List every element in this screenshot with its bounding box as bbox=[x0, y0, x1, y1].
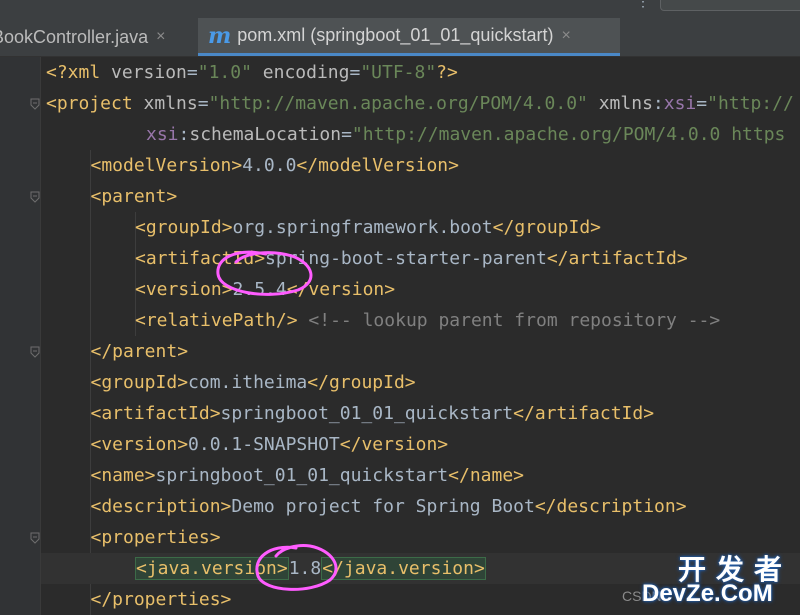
code-token: <name> bbox=[90, 465, 156, 486]
run-config-selector[interactable] bbox=[660, 0, 800, 11]
code-token: 2.5.4 bbox=[232, 279, 287, 300]
code-line[interactable]: </properties> bbox=[91, 584, 232, 615]
code-token: "http://maven.apache.org/POM/4.0.0 https bbox=[351, 124, 786, 145]
tab-pom-xml[interactable]: m pom.xml (springboot_01_01_quickstart) … bbox=[198, 18, 620, 56]
code-line[interactable]: <groupId>org.springframework.boot</group… bbox=[135, 212, 601, 243]
code-token: <artifactId> bbox=[135, 248, 266, 269]
more-icon[interactable]: ⋮ bbox=[636, 0, 651, 10]
code-token: spring-boot-starter-parent bbox=[265, 248, 547, 269]
code-token: <parent> bbox=[90, 186, 178, 207]
code-line[interactable]: <version>2.5.4</version> bbox=[135, 274, 395, 305]
code-token: 1.8 bbox=[288, 558, 322, 579]
code-line[interactable]: <properties> bbox=[91, 522, 221, 553]
code-token: </artifactId> bbox=[513, 403, 655, 424]
code-line[interactable]: xsi:schemaLocation="http://maven.apache.… bbox=[146, 119, 785, 150]
close-icon[interactable]: × bbox=[156, 28, 165, 46]
code-token: ?> bbox=[436, 62, 458, 83]
code-token: version bbox=[111, 62, 187, 83]
tab-label: pom.xml (springboot_01_01_quickstart) bbox=[237, 25, 554, 45]
code-token: xsi bbox=[663, 93, 697, 114]
code-token: com.itheima bbox=[188, 372, 308, 393]
code-token: <?xml bbox=[46, 62, 112, 83]
close-icon[interactable]: × bbox=[561, 27, 570, 45]
code-token: "1.0" bbox=[197, 62, 252, 83]
code-token: "http:// bbox=[707, 93, 794, 114]
code-token: </artifactId> bbox=[546, 248, 688, 269]
code-line[interactable]: <relativePath/> <!-- lookup parent from … bbox=[135, 305, 720, 336]
code-token: </groupId> bbox=[307, 372, 416, 393]
code-line[interactable]: <name>springboot_01_01_quickstart</name> bbox=[91, 460, 525, 491]
code-token: org.springframework.boot bbox=[232, 217, 493, 238]
code-token: 4.0.0 bbox=[242, 155, 297, 176]
code-token: xmlns bbox=[143, 93, 198, 114]
code-editor[interactable]: <?xml version="1.0" encoding="UTF-8"?> <p… bbox=[0, 57, 800, 615]
code-line[interactable]: <version>0.0.1-SNAPSHOT</version> bbox=[91, 429, 449, 460]
code-token: <properties> bbox=[90, 527, 221, 548]
code-line[interactable]: <artifactId>spring-boot-starter-parent</… bbox=[135, 243, 688, 274]
tab-bookcontroller[interactable]: BookController.java × bbox=[0, 18, 192, 56]
code-token: </groupId> bbox=[492, 217, 602, 238]
code-token: : bbox=[652, 93, 664, 114]
code-line[interactable]: <description>Demo project for Spring Boo… bbox=[91, 491, 687, 522]
code-token: </description> bbox=[534, 496, 687, 517]
code-line[interactable]: <artifactId>springboot_01_01_quickstart<… bbox=[91, 398, 655, 429]
code-token: </parent> bbox=[90, 341, 189, 362]
code-token: <!-- lookup parent from repository --> bbox=[308, 310, 721, 331]
code-token: <relativePath/> bbox=[135, 310, 298, 331]
code-token: springboot_01_01_quickstart bbox=[155, 465, 449, 486]
editor-tab-bar: BookController.java × m pom.xml (springb… bbox=[0, 18, 800, 57]
code-token: <java.version> bbox=[135, 557, 289, 580]
code-token: 0.0.1-SNAPSHOT bbox=[188, 434, 340, 455]
tab-label: BookController.java bbox=[0, 26, 149, 47]
code-token: <version> bbox=[90, 434, 189, 455]
code-token: <groupId> bbox=[90, 372, 189, 393]
watermark-en: DevZe.CoM bbox=[642, 580, 773, 607]
code-token: <modelVersion> bbox=[90, 155, 243, 176]
code-token: </modelVersion> bbox=[296, 155, 459, 176]
code-token: "UTF-8" bbox=[360, 62, 437, 83]
maven-m-icon: m bbox=[208, 22, 232, 49]
code-token: = bbox=[197, 93, 209, 114]
code-line[interactable]: <java.version>1.8</java.version> bbox=[135, 553, 486, 584]
code-line[interactable]: <modelVersion>4.0.0</modelVersion> bbox=[91, 150, 459, 181]
code-token: </properties> bbox=[90, 589, 232, 610]
code-token: <description> bbox=[90, 496, 232, 517]
code-token: schemaLocation bbox=[189, 124, 342, 145]
code-line[interactable]: <?xml version="1.0" encoding="UTF-8"?> bbox=[46, 57, 458, 88]
code-line[interactable]: <groupId>com.itheima</groupId> bbox=[91, 367, 416, 398]
code-token: = bbox=[349, 62, 361, 83]
code-token: <project bbox=[46, 93, 144, 114]
code-line[interactable]: <project xmlns="http://maven.apache.org/… bbox=[46, 88, 794, 119]
code-token: = bbox=[186, 62, 198, 83]
code-token: encoding bbox=[262, 62, 350, 83]
code-token: "http://maven.apache.org/POM/4.0.0" bbox=[208, 93, 588, 114]
title-strip: ⋮ bbox=[0, 0, 800, 18]
watermark: 开发者 CSDN DevZe.CoM bbox=[622, 550, 800, 615]
code-token: <groupId> bbox=[135, 217, 233, 238]
code-token: xsi bbox=[146, 124, 179, 145]
code-token: <version> bbox=[135, 279, 233, 300]
code-token: Demo project for Spring Boot bbox=[231, 496, 535, 517]
code-token: </version> bbox=[286, 279, 396, 300]
code-line[interactable]: </parent> bbox=[91, 336, 189, 367]
code-token: </java.version> bbox=[321, 557, 486, 580]
code-line[interactable]: <parent> bbox=[91, 181, 178, 212]
code-token: : bbox=[178, 124, 190, 145]
code-token: springboot_01_01_quickstart bbox=[220, 403, 514, 424]
code-token: <artifactId> bbox=[90, 403, 221, 424]
code-token: </version> bbox=[339, 434, 449, 455]
code-token: = bbox=[341, 124, 352, 145]
code-token: = bbox=[696, 93, 708, 114]
code-token: </name> bbox=[448, 465, 524, 486]
code-token: xmlns bbox=[598, 93, 653, 114]
